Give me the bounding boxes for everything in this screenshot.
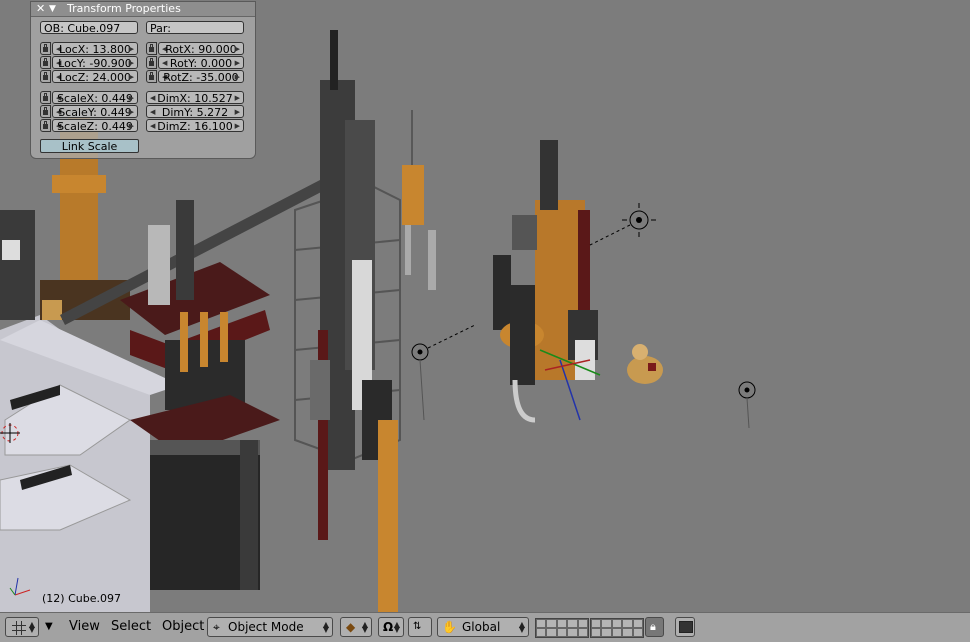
active-object-status: (12) Cube.097 xyxy=(42,592,121,605)
lock-icon[interactable] xyxy=(40,91,51,104)
menu-select[interactable]: Select xyxy=(111,619,151,635)
rot-x-field[interactable]: ◀ RotX: 90.000 ▶ xyxy=(158,42,244,55)
editor-type-button[interactable]: ▲ ▼ xyxy=(5,617,39,637)
transform-properties-panel: ✕ ▼ Transform Properties OB: Cube.097 Pa… xyxy=(30,1,256,159)
loc-z-field[interactable]: ◀ LocZ: 24.000 ▶ xyxy=(52,70,138,83)
lock-icon[interactable] xyxy=(40,42,51,55)
draw-type-select[interactable]: ◆ ▲ ▼ xyxy=(340,617,372,637)
move-origins-button[interactable]: ⇅ xyxy=(408,617,432,637)
collapse-triangle-icon[interactable]: ▼ xyxy=(49,2,56,16)
close-icon[interactable]: ✕ xyxy=(36,2,45,16)
orientation-select[interactable]: ✋ Global ▲ ▼ xyxy=(437,617,529,637)
layer-buttons-group-1[interactable] xyxy=(535,618,589,638)
rot-z-field[interactable]: ◀ RotZ: -35.000 ▶ xyxy=(158,70,244,83)
pivot-select[interactable]: Ω ▲ ▼ xyxy=(378,617,404,637)
loc-x-field[interactable]: ◀ LocX: 13.800 ▶ xyxy=(52,42,138,55)
parent-field[interactable]: Par: xyxy=(146,21,244,34)
lock-icon[interactable] xyxy=(146,42,157,55)
menu-collapse-icon[interactable]: ▼ xyxy=(45,619,53,635)
panel-title-bar: ✕ ▼ Transform Properties xyxy=(31,2,255,17)
grid-icon xyxy=(12,621,26,635)
lock-layers-button[interactable]: 🔒︎ xyxy=(645,617,664,637)
viewport-header: ▲ ▼ ▼ View Select Object ⌖ Object Mode ▲ ▼… xyxy=(0,612,970,642)
scale-z-field[interactable]: ◀ ScaleZ: 0.449 ▶ xyxy=(52,119,138,132)
pivot-icon: Ω xyxy=(383,620,394,634)
menu-view[interactable]: View xyxy=(69,619,100,635)
lock-icon[interactable] xyxy=(146,70,157,83)
loc-y-field[interactable]: ◀ LocY: -90.900 ▶ xyxy=(52,56,138,69)
hand-icon: ✋ xyxy=(442,620,457,634)
dim-z-field[interactable]: ◀ DimZ: 16.100 ▶ xyxy=(146,119,244,132)
dim-x-field[interactable]: ◀ DimX: 10.527 ▶ xyxy=(146,91,244,104)
lock-icon[interactable] xyxy=(146,56,157,69)
solid-shading-icon: ◆ xyxy=(346,620,356,634)
scale-y-field[interactable]: ◀ ScaleY: 0.449 ▶ xyxy=(52,105,138,118)
lock-icon: 🔒︎ xyxy=(650,620,656,633)
menu-object[interactable]: Object xyxy=(162,619,204,635)
scale-x-field[interactable]: ◀ ScaleX: 0.449 ▶ xyxy=(52,91,138,104)
rot-y-field[interactable]: ◀ RotY: 0.000 ▶ xyxy=(158,56,244,69)
object-mode-icon: ⌖ xyxy=(213,620,220,634)
dotted-arrows-icon: ⇅ xyxy=(413,621,422,632)
object-name-field[interactable]: OB: Cube.097 xyxy=(40,21,138,34)
layer-buttons-group-2[interactable] xyxy=(590,618,644,638)
lock-icon[interactable] xyxy=(40,119,51,132)
link-scale-button[interactable]: Link Scale xyxy=(40,139,139,153)
lock-icon[interactable] xyxy=(40,105,51,118)
lock-icon[interactable] xyxy=(40,56,51,69)
dim-y-field[interactable]: ◀ DimY: 5.272 ▶ xyxy=(146,105,244,118)
image-icon xyxy=(679,621,693,633)
mode-select[interactable]: ⌖ Object Mode ▲ ▼ xyxy=(207,617,333,637)
render-preview-button[interactable] xyxy=(675,617,695,637)
lock-icon[interactable] xyxy=(40,70,51,83)
panel-title: Transform Properties xyxy=(67,2,181,15)
